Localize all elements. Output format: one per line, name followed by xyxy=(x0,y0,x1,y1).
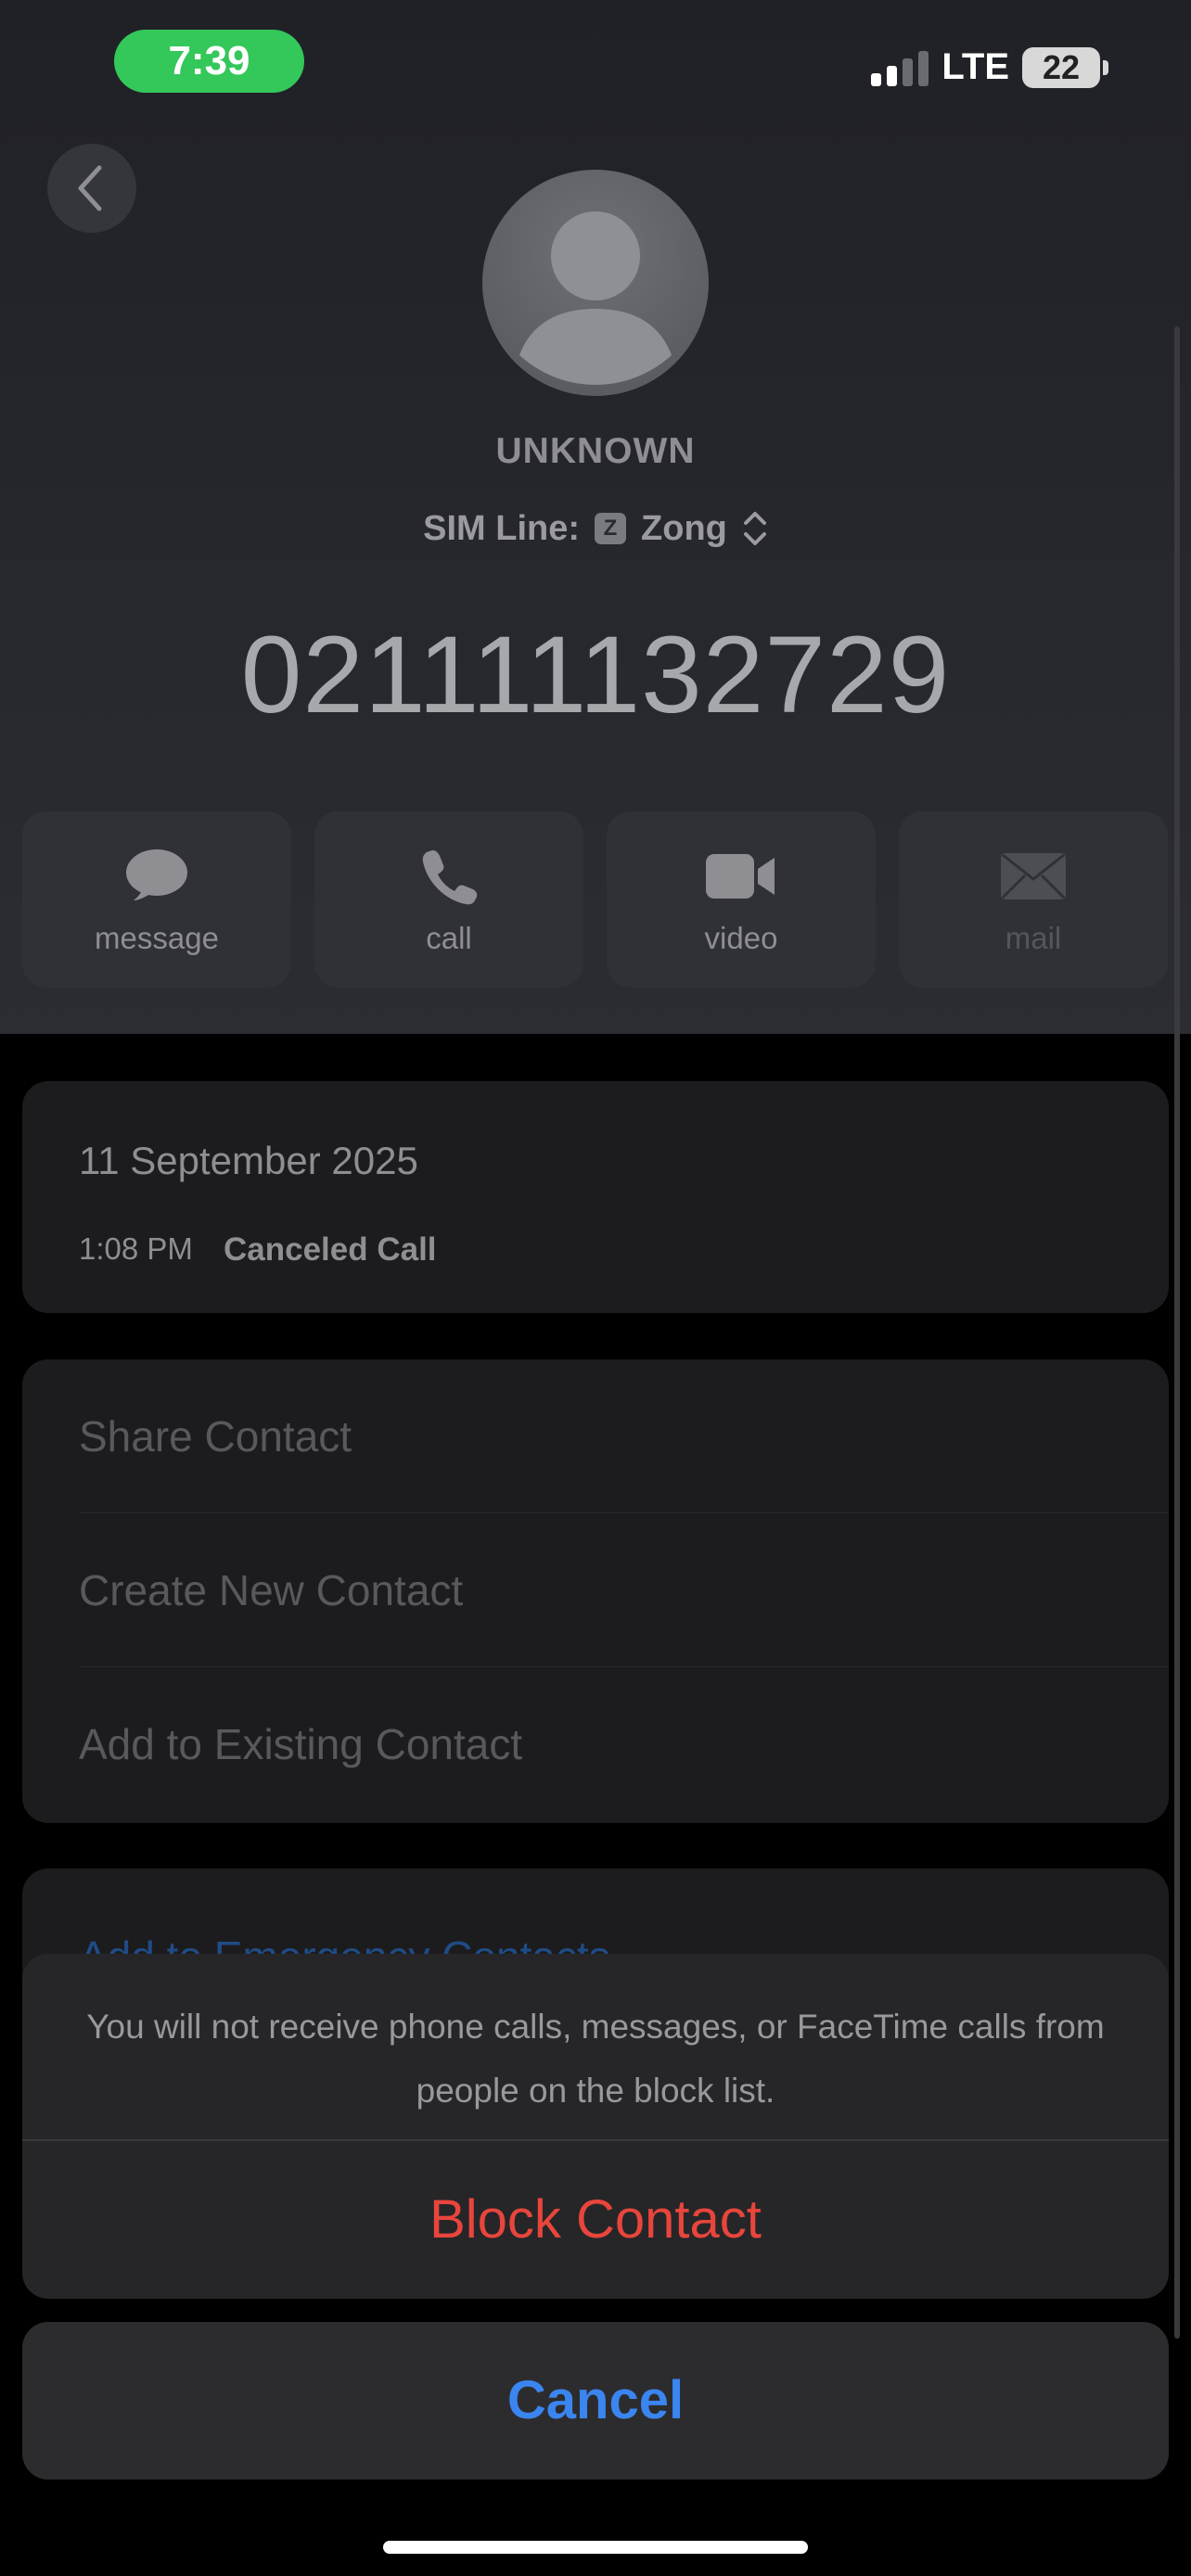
avatar xyxy=(482,170,709,396)
phone-icon xyxy=(314,844,583,909)
call-history-card: 11 September 2025 1:08 PM Canceled Call xyxy=(22,1081,1169,1313)
message-label: message xyxy=(95,921,219,955)
mail-button[interactable]: mail xyxy=(899,811,1168,988)
call-button[interactable]: call xyxy=(314,811,583,988)
share-contact-label: Share Contact xyxy=(79,1412,352,1460)
share-contact-row[interactable]: Share Contact xyxy=(22,1359,1169,1513)
status-indicators: LTE 22 xyxy=(871,46,1108,88)
block-contact-button[interactable]: Block Contact xyxy=(22,2141,1169,2299)
video-label: video xyxy=(704,921,778,955)
envelope-icon xyxy=(899,844,1168,909)
sim-badge: Z xyxy=(595,513,627,544)
battery-level: 22 xyxy=(1042,47,1081,86)
status-time: 7:39 xyxy=(114,30,304,93)
create-new-contact-row[interactable]: Create New Contact xyxy=(22,1513,1169,1667)
network-type: LTE xyxy=(941,46,1009,87)
mail-label: mail xyxy=(1005,921,1062,955)
home-indicator[interactable] xyxy=(383,2541,808,2554)
phone-number: 021111132729 xyxy=(240,614,951,736)
chevron-up-down-icon xyxy=(743,512,766,545)
message-bubble-icon xyxy=(22,844,291,909)
signal-icon xyxy=(871,49,929,86)
video-camera-icon xyxy=(607,844,876,909)
call-date: 11 September 2025 xyxy=(79,1139,418,1182)
block-action-sheet: You will not receive phone calls, messag… xyxy=(22,1954,1169,2299)
call-label: call xyxy=(426,921,472,955)
sim-carrier: Zong xyxy=(641,508,727,548)
add-to-existing-contact-row[interactable]: Add to Existing Contact xyxy=(22,1667,1169,1821)
call-status: Canceled Call xyxy=(224,1231,437,1268)
message-button[interactable]: message xyxy=(22,811,291,988)
action-buttons: message call video mail xyxy=(22,811,1168,988)
sim-line-selector[interactable]: SIM Line: Z Zong xyxy=(0,508,1191,549)
battery-icon: 22 xyxy=(1022,46,1108,88)
sim-line-label: SIM Line: xyxy=(423,508,581,548)
action-sheet-message: You will not receive phone calls, messag… xyxy=(86,2008,1105,2110)
scrollbar[interactable] xyxy=(1174,326,1180,2339)
contact-options-card: Share Contact Create New Contact Add to … xyxy=(22,1359,1169,1823)
contact-name: UNKNOWN xyxy=(495,431,696,471)
cancel-button[interactable]: Cancel xyxy=(22,2322,1169,2480)
back-button[interactable] xyxy=(47,144,136,233)
video-button[interactable]: video xyxy=(607,811,876,988)
add-to-existing-contact-label: Add to Existing Contact xyxy=(79,1720,523,1768)
person-silhouette-icon xyxy=(519,211,672,385)
chevron-left-icon xyxy=(78,165,102,211)
create-new-contact-label: Create New Contact xyxy=(79,1566,464,1614)
call-time: 1:08 PM xyxy=(79,1231,193,1266)
contact-header: 7:39 LTE 22 UNKNOWN SIM Line: Z Zong 021… xyxy=(0,0,1191,1034)
